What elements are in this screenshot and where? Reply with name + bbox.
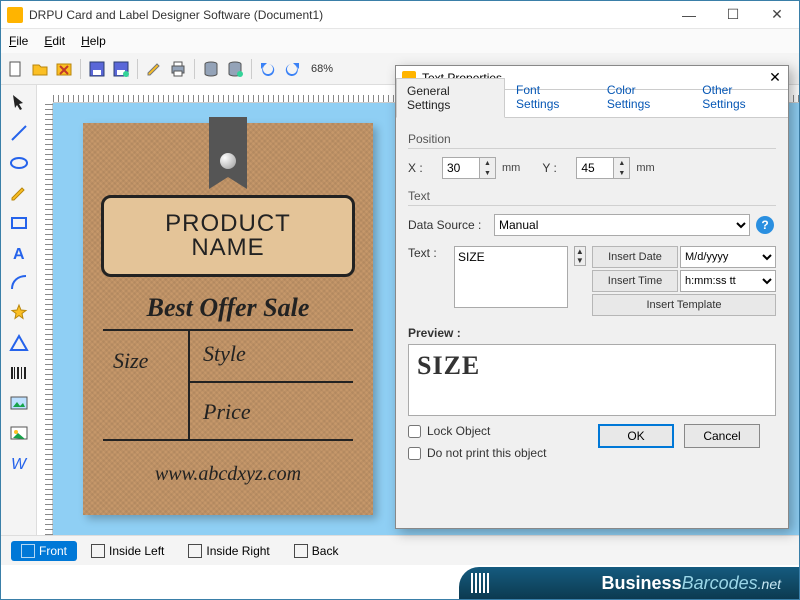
picture-tool-icon[interactable] [7, 421, 31, 445]
window-title: DRPU Card and Label Designer Software (D… [29, 8, 667, 22]
x-label: X : [408, 161, 436, 175]
datasource-label: Data Source : [408, 218, 488, 232]
insert-time-button[interactable]: Insert Time [592, 270, 678, 292]
divider [103, 329, 353, 331]
y-spinner[interactable]: ▲▼ [614, 157, 630, 179]
text-scroll-up[interactable]: ▲ [575, 247, 585, 256]
menubar: File Edit Help [1, 29, 799, 53]
size-text[interactable]: Size [113, 348, 148, 374]
triangle-tool-icon[interactable] [7, 331, 31, 355]
url-text[interactable]: www.abcdxyz.com [83, 463, 373, 486]
text-group-label: Text [408, 189, 776, 203]
tab-inside-left[interactable]: Inside Left [81, 541, 174, 561]
y-unit: mm [636, 162, 654, 174]
tab-inside-right[interactable]: Inside Right [178, 541, 279, 561]
tools-sidebar: A W [1, 85, 37, 535]
db-add-icon[interactable] [224, 58, 246, 80]
y-input[interactable] [576, 157, 614, 179]
tab-front[interactable]: Front [11, 541, 77, 561]
new-icon[interactable] [5, 58, 27, 80]
menu-help[interactable]: Help [81, 34, 106, 48]
rivet-shape [220, 153, 236, 169]
date-format-select[interactable]: M/d/yyyy [680, 246, 776, 268]
help-icon[interactable]: ? [756, 216, 774, 234]
x-input[interactable] [442, 157, 480, 179]
branding-banner: BusinessBarcodes.net [459, 567, 799, 599]
label-card[interactable]: PRODUCT NAME Best Offer Sale Size Style … [83, 123, 373, 515]
price-text[interactable]: Price [203, 399, 251, 425]
svg-text:A: A [13, 246, 25, 263]
tab-font-settings[interactable]: Font Settings [505, 77, 596, 117]
noprint-checkbox[interactable] [408, 447, 421, 460]
arc-tool-icon[interactable] [7, 271, 31, 295]
insert-template-button[interactable]: Insert Template [592, 294, 776, 316]
titlebar: DRPU Card and Label Designer Software (D… [1, 1, 799, 29]
divider [188, 381, 353, 383]
save-icon[interactable] [86, 58, 108, 80]
close-doc-icon[interactable] [53, 58, 75, 80]
x-unit: mm [502, 162, 520, 174]
close-button[interactable]: ✕ [755, 1, 799, 29]
tab-back[interactable]: Back [284, 541, 349, 561]
app-icon [7, 7, 23, 23]
line-tool-icon[interactable] [7, 121, 31, 145]
lock-object-label: Lock Object [427, 424, 490, 438]
menu-edit[interactable]: Edit [44, 34, 65, 48]
rect-tool-icon[interactable] [7, 211, 31, 235]
page-tabs: Front Inside Left Inside Right Back [1, 535, 799, 565]
product-name-l2: NAME [191, 236, 264, 260]
text-input[interactable]: SIZE [454, 246, 568, 308]
x-spinner[interactable]: ▲▼ [480, 157, 496, 179]
minimize-button[interactable]: — [667, 1, 711, 29]
position-group-label: Position [408, 132, 776, 146]
maximize-button[interactable]: ☐ [711, 1, 755, 29]
divider [103, 439, 353, 441]
zoom-label: 68% [311, 63, 333, 75]
pointer-tool-icon[interactable] [7, 91, 31, 115]
edit-icon[interactable] [143, 58, 165, 80]
text-tool-icon[interactable]: A [7, 241, 31, 265]
product-name-l1: PRODUCT [165, 212, 291, 236]
text-scroll-down[interactable]: ▼ [575, 256, 585, 265]
y-label: Y : [542, 161, 570, 175]
image-tool-icon[interactable] [7, 391, 31, 415]
cancel-button[interactable]: Cancel [684, 424, 760, 448]
save-as-icon[interactable] [110, 58, 132, 80]
wordart-tool-icon[interactable]: W [7, 451, 31, 475]
offer-text[interactable]: Best Offer Sale [83, 293, 373, 323]
undo-icon[interactable] [257, 58, 279, 80]
divider [188, 329, 190, 439]
app-window: DRPU Card and Label Designer Software (D… [0, 0, 800, 600]
time-format-select[interactable]: h:mm:ss tt [680, 270, 776, 292]
product-name-box[interactable]: PRODUCT NAME [101, 195, 355, 277]
noprint-label: Do not print this object [427, 446, 546, 460]
barcode-tool-icon[interactable] [7, 361, 31, 385]
print-icon[interactable] [167, 58, 189, 80]
tab-general-settings[interactable]: General Settings [396, 78, 505, 118]
tab-other-settings[interactable]: Other Settings [691, 77, 788, 117]
tab-color-settings[interactable]: Color Settings [596, 77, 691, 117]
lock-object-checkbox[interactable] [408, 425, 421, 438]
redo-icon[interactable] [281, 58, 303, 80]
menu-file[interactable]: File [9, 34, 28, 48]
ok-button[interactable]: OK [598, 424, 674, 448]
ellipse-tool-icon[interactable] [7, 151, 31, 175]
pencil-tool-icon[interactable] [7, 181, 31, 205]
insert-date-button[interactable]: Insert Date [592, 246, 678, 268]
open-icon[interactable] [29, 58, 51, 80]
star-tool-icon[interactable] [7, 301, 31, 325]
vertical-ruler [37, 103, 53, 535]
svg-text:W: W [11, 456, 28, 473]
style-text[interactable]: Style [203, 341, 246, 367]
db-icon[interactable] [200, 58, 222, 80]
preview-label: Preview : [408, 326, 776, 340]
dialog-tabs: General Settings Font Settings Color Set… [396, 90, 788, 118]
text-properties-dialog: Text Properties ✕ General Settings Font … [395, 65, 789, 529]
preview-box: SIZE [408, 344, 776, 416]
text-label: Text : [408, 246, 448, 260]
datasource-select[interactable]: Manual [494, 214, 750, 236]
